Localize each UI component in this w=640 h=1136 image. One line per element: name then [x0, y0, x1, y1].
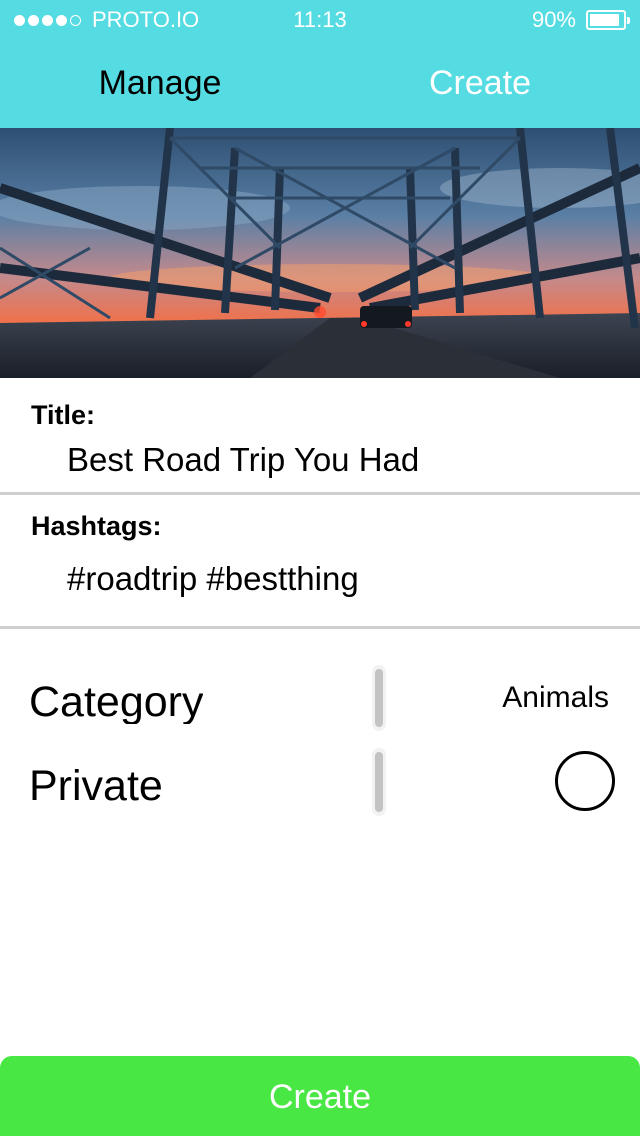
category-scroll-thumb[interactable]	[375, 669, 383, 727]
private-scrollbar[interactable]	[372, 748, 386, 816]
cover-photo[interactable]	[0, 128, 640, 378]
title-field[interactable]: Title: Best Road Trip You Had	[0, 378, 640, 495]
status-bar: PROTO.IO 11:13 90%	[0, 0, 640, 40]
bridge-sunset-image	[0, 128, 640, 378]
private-toggle[interactable]	[555, 751, 615, 811]
tab-create[interactable]: Create	[320, 64, 640, 103]
tab-manage[interactable]: Manage	[0, 64, 320, 103]
battery-group: 90%	[531, 7, 630, 33]
title-label: Title:	[31, 400, 96, 430]
hashtags-field[interactable]: Hashtags: #roadtrip #bestthing	[0, 495, 640, 629]
private-label: Private	[29, 762, 163, 810]
category-scrollbar[interactable]	[372, 665, 386, 731]
battery-icon	[586, 10, 630, 30]
create-button[interactable]: Create	[0, 1056, 640, 1136]
hashtags-label: Hashtags:	[31, 511, 162, 541]
hashtags-input[interactable]: #roadtrip #bestthing	[67, 560, 359, 598]
top-navigation: Manage Create	[0, 40, 640, 128]
category-label: Category	[29, 678, 204, 724]
title-input[interactable]: Best Road Trip You Had	[67, 441, 419, 479]
battery-percentage: 90%	[531, 7, 576, 32]
private-scroll-thumb[interactable]	[375, 752, 383, 812]
category-picker[interactable]: Animals	[502, 681, 609, 715]
